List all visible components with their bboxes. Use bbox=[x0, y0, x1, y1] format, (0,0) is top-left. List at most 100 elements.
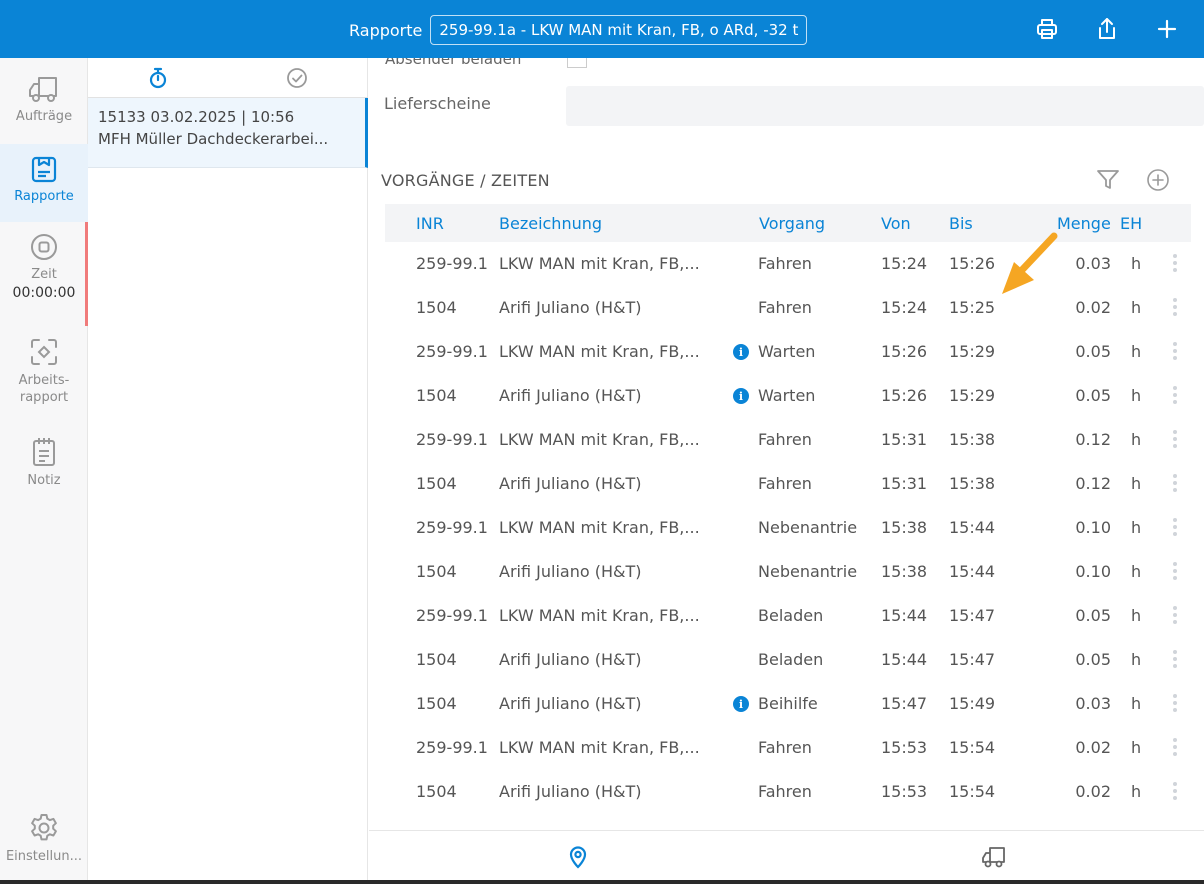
table-row[interactable]: 259-99.1 LKW MAN mit Kran, FB,... Beladen 1… bbox=[385, 594, 1191, 638]
column-header-eh[interactable]: EH bbox=[1120, 214, 1142, 233]
check-circle-icon[interactable] bbox=[285, 66, 309, 90]
cell-menge: 0.05 bbox=[1075, 606, 1111, 625]
cell-von: 15:24 bbox=[881, 254, 928, 273]
row-menu-icon[interactable] bbox=[1169, 252, 1181, 274]
cell-eh: h bbox=[1131, 650, 1142, 669]
add-circle-icon[interactable] bbox=[1145, 167, 1171, 193]
absender-beladen-checkbox[interactable] bbox=[567, 58, 587, 68]
nav-item-rapporte[interactable]: Rapporte bbox=[0, 144, 88, 222]
list-tabs bbox=[88, 58, 368, 98]
cell-vorgang: Nebenantrie bbox=[758, 562, 858, 581]
column-header-vorgang[interactable]: Vorgang bbox=[759, 214, 825, 233]
nav-label-rapporte: Rapporte bbox=[14, 189, 74, 204]
cell-inr: 259-99.1 bbox=[416, 342, 488, 361]
row-menu-icon[interactable] bbox=[1169, 604, 1181, 626]
cell-inr: 1504 bbox=[416, 782, 457, 801]
cell-inr: 1504 bbox=[416, 562, 457, 581]
table-row[interactable]: 1504 Arifi Juliano (H&T) Warten 15:26 15:29 0… bbox=[385, 374, 1191, 418]
table-row[interactable]: 259-99.1 LKW MAN mit Kran, FB,... Nebenant… bbox=[385, 506, 1191, 550]
nav-item-arbeitsrapport[interactable]: Arbeits- rapport bbox=[0, 336, 88, 418]
cell-vorgang: Warten bbox=[758, 386, 816, 405]
cell-bezeichnung: Arifi Juliano (H&T) bbox=[499, 562, 642, 581]
row-menu-icon[interactable] bbox=[1169, 340, 1181, 362]
cell-von: 15:53 bbox=[881, 738, 928, 757]
cell-vorgang: Beladen bbox=[758, 650, 824, 669]
cell-eh: h bbox=[1131, 562, 1142, 581]
table-row[interactable]: 1504 Arifi Juliano (H&T) Fahren 15:53 15:54 0… bbox=[385, 770, 1191, 814]
share-icon[interactable] bbox=[1094, 15, 1120, 43]
delivery-notes-field[interactable] bbox=[566, 86, 1204, 126]
cell-inr: 1504 bbox=[416, 694, 457, 713]
row-menu-icon[interactable] bbox=[1169, 736, 1181, 758]
truck-icon[interactable] bbox=[981, 845, 1007, 869]
cell-von: 15:31 bbox=[881, 474, 928, 493]
cell-inr: 1504 bbox=[416, 298, 457, 317]
cell-inr: 259-99.1 bbox=[416, 430, 488, 449]
cell-menge: 0.05 bbox=[1075, 386, 1111, 405]
row-menu-icon[interactable] bbox=[1169, 384, 1181, 406]
table-row[interactable]: 1504 Arifi Juliano (H&T) Beladen 15:44 15:47… bbox=[385, 638, 1191, 682]
location-pin-icon[interactable] bbox=[565, 845, 591, 869]
nav-item-zeit[interactable]: Zeit 00:00:00 bbox=[0, 232, 88, 322]
cell-von: 15:31 bbox=[881, 430, 928, 449]
table-row[interactable]: 1504 Arifi Juliano (H&T) Beihilfe 15:47 15:4… bbox=[385, 682, 1191, 726]
column-header-von[interactable]: Von bbox=[881, 214, 911, 233]
cell-bezeichnung: Arifi Juliano (H&T) bbox=[499, 650, 642, 669]
nav-item-notiz[interactable]: Notiz bbox=[0, 436, 88, 496]
row-menu-icon[interactable] bbox=[1169, 516, 1181, 538]
cell-bis: 15:44 bbox=[949, 518, 996, 537]
printer-icon[interactable] bbox=[1034, 15, 1060, 43]
table-row[interactable]: 1504 Arifi Juliano (H&T) Fahren 15:31 15:38 0… bbox=[385, 462, 1191, 506]
table-row[interactable]: 1504 Arifi Juliano (H&T) Nebenantrie 15:38 1… bbox=[385, 550, 1191, 594]
row-menu-icon[interactable] bbox=[1169, 472, 1181, 494]
stopwatch-icon[interactable] bbox=[146, 66, 170, 90]
resource-selector[interactable]: 259-99.1a - LKW MAN mit Kran, FB, o ARd,… bbox=[430, 15, 808, 45]
cell-eh: h bbox=[1131, 342, 1142, 361]
cell-von: 15:44 bbox=[881, 650, 928, 669]
cell-bis: 15:29 bbox=[949, 386, 996, 405]
info-icon[interactable]: i bbox=[733, 696, 749, 712]
row-menu-icon[interactable] bbox=[1169, 648, 1181, 670]
table-row[interactable]: 259-99.1 LKW MAN mit Kran, FB,... Warten 15… bbox=[385, 330, 1191, 374]
table-row[interactable]: 259-99.1 LKW MAN mit Kran, FB,... Fahren 15… bbox=[385, 418, 1191, 462]
info-icon[interactable]: i bbox=[733, 388, 749, 404]
report-list-item[interactable]: 15133 03.02.2025 | 10:56 MFH Müller Dach… bbox=[88, 98, 368, 168]
plus-icon[interactable] bbox=[1154, 15, 1180, 43]
cell-bis: 15:29 bbox=[949, 342, 996, 361]
cell-inr: 259-99.1 bbox=[416, 606, 488, 625]
window-bottom-edge bbox=[0, 880, 1204, 884]
cell-eh: h bbox=[1131, 738, 1142, 757]
nav-label-einstellungen: Einstellun... bbox=[5, 849, 83, 864]
cell-inr: 1504 bbox=[416, 386, 457, 405]
cell-eh: h bbox=[1131, 782, 1142, 801]
row-menu-icon[interactable] bbox=[1169, 780, 1181, 802]
cell-vorgang: Beladen bbox=[758, 606, 824, 625]
clipboard-icon bbox=[31, 156, 57, 183]
column-header-inr[interactable]: INR bbox=[416, 214, 444, 233]
cell-bis: 15:25 bbox=[949, 298, 996, 317]
cell-menge: 0.05 bbox=[1075, 342, 1111, 361]
column-header-bezeichnung[interactable]: Bezeichnung bbox=[499, 214, 602, 233]
nav-item-auftraege[interactable]: Aufträge bbox=[0, 74, 88, 144]
table-row[interactable]: 259-99.1 LKW MAN mit Kran, FB,... Fahren 15… bbox=[385, 726, 1191, 770]
annotation-arrow-icon bbox=[1002, 232, 1058, 294]
row-menu-icon[interactable] bbox=[1169, 692, 1181, 714]
cell-von: 15:38 bbox=[881, 518, 928, 537]
cell-inr: 1504 bbox=[416, 650, 457, 669]
cell-von: 15:38 bbox=[881, 562, 928, 581]
cell-bis: 15:54 bbox=[949, 782, 996, 801]
report-list-item-title: MFH Müller Dachdeckerarbei... bbox=[98, 130, 329, 148]
stop-circle-icon bbox=[31, 234, 57, 260]
info-icon[interactable]: i bbox=[733, 344, 749, 360]
cell-vorgang: Warten bbox=[758, 342, 816, 361]
row-menu-icon[interactable] bbox=[1169, 296, 1181, 318]
cell-von: 15:47 bbox=[881, 694, 928, 713]
row-menu-icon[interactable] bbox=[1169, 560, 1181, 582]
cell-bis: 15:26 bbox=[949, 254, 996, 273]
nav-item-einstellungen[interactable]: Einstellun... bbox=[0, 812, 88, 876]
row-menu-icon[interactable] bbox=[1169, 428, 1181, 450]
column-header-bis[interactable]: Bis bbox=[949, 214, 973, 233]
filter-icon[interactable] bbox=[1095, 167, 1121, 193]
app-window: Rapporte 259-99.1a - LKW MAN mit Kran, F… bbox=[0, 0, 1204, 884]
cell-bezeichnung: LKW MAN mit Kran, FB,... bbox=[499, 606, 700, 625]
